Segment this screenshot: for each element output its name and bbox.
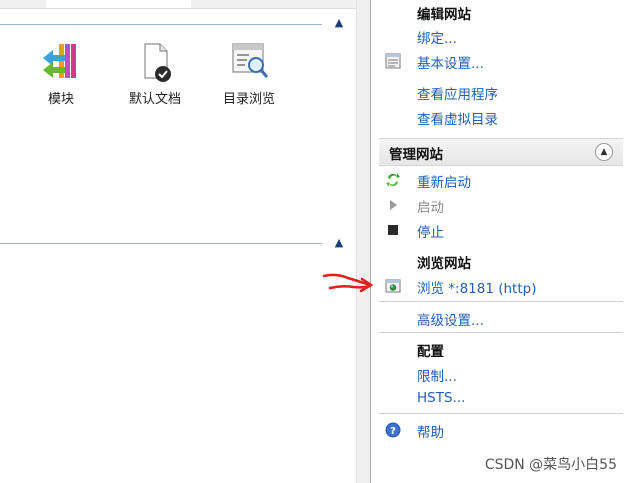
action-view-applications[interactable]: 查看应用程序 — [371, 80, 631, 104]
feature-modules[interactable]: 模块 — [36, 40, 86, 107]
collapse-chevron-icon[interactable]: ▲ — [595, 143, 613, 161]
restart-link[interactable]: 重新启动 — [417, 171, 471, 191]
action-help[interactable]: ? 帮助 — [371, 418, 631, 442]
default-document-icon — [144, 43, 171, 82]
view-virtual-dirs-link[interactable]: 查看虚拟目录 — [417, 108, 498, 128]
limits-link[interactable]: 限制... — [417, 365, 457, 385]
group-separator-bottom — [0, 243, 322, 244]
hsts-link[interactable]: HSTS... — [417, 390, 465, 406]
help-link[interactable]: 帮助 — [417, 421, 444, 441]
action-view-virtual-dirs[interactable]: 查看虚拟目录 — [371, 105, 631, 129]
pane-splitter[interactable] — [356, 0, 371, 483]
collapse-group-icon[interactable]: ▲ — [332, 17, 346, 28]
annotation-arrow — [322, 273, 374, 293]
bindings-link[interactable]: 绑定... — [417, 27, 457, 47]
basic-settings-link[interactable]: 基本设置... — [417, 52, 484, 72]
manage-site-group-header[interactable]: 管理网站 ▲ — [379, 138, 623, 166]
directory-browsing-icon — [232, 43, 269, 78]
view-tab-strip — [0, 0, 356, 9]
view-applications-link[interactable]: 查看应用程序 — [417, 83, 498, 103]
action-hsts[interactable]: HSTS... — [371, 387, 631, 411]
restart-icon — [386, 173, 400, 187]
browse-site-heading-row: 浏览网站 — [371, 249, 631, 273]
action-start: 启动 — [371, 193, 631, 217]
help-icon: ? — [385, 422, 401, 438]
edit-site-heading: 编辑网站 — [417, 7, 471, 23]
modules-icon — [43, 44, 76, 78]
settings-sheet-icon — [385, 53, 401, 69]
action-stop[interactable]: 停止 — [371, 218, 631, 242]
watermark: CSDN @菜鸟小白55 — [484, 457, 617, 473]
feature-default-document[interactable]: 默认文档 — [120, 40, 190, 107]
browser-globe-icon — [385, 279, 401, 293]
stop-link[interactable]: 停止 — [417, 221, 444, 241]
manage-site-heading: 管理网站 — [389, 147, 443, 163]
action-bindings[interactable]: 绑定... — [371, 24, 631, 48]
feature-label: 目录浏览 — [222, 92, 275, 107]
stop-icon — [388, 225, 398, 235]
active-view-tab[interactable] — [46, 0, 191, 8]
feature-label: 模块 — [47, 92, 74, 107]
group-separator-top — [0, 24, 322, 25]
features-pane: ▲ 模块 默认文档 目录浏览 ▲ — [0, 0, 356, 483]
feature-label: 默认文档 — [128, 92, 181, 107]
edit-site-heading-row: 编辑网站 — [371, 0, 631, 24]
browse-site-heading: 浏览网站 — [417, 256, 471, 272]
start-link-disabled: 启动 — [417, 200, 444, 216]
svg-text:?: ? — [390, 426, 396, 437]
action-basic-settings[interactable]: 基本设置... — [371, 49, 631, 73]
actions-divider — [379, 413, 623, 414]
action-limits[interactable]: 限制... — [371, 362, 631, 386]
action-browse[interactable]: 浏览 *:8181 (http) — [371, 274, 631, 298]
advanced-settings-link[interactable]: 高级设置... — [417, 309, 484, 329]
collapse-group-icon[interactable]: ▲ — [332, 237, 346, 248]
action-restart[interactable]: 重新启动 — [371, 168, 631, 192]
start-icon — [390, 200, 397, 210]
browse-link[interactable]: 浏览 *:8181 (http) — [417, 277, 536, 297]
action-advanced-settings[interactable]: 高级设置... — [371, 306, 631, 330]
actions-divider — [379, 332, 623, 333]
configure-heading: 配置 — [417, 344, 444, 360]
configure-heading-row: 配置 — [371, 337, 631, 361]
actions-divider — [379, 301, 623, 302]
feature-directory-browsing[interactable]: 目录浏览 — [216, 40, 282, 107]
actions-pane: 编辑网站 绑定... 基本设置... 查看应用程序 查看虚拟目录 管理网站 ▲ … — [371, 0, 631, 483]
